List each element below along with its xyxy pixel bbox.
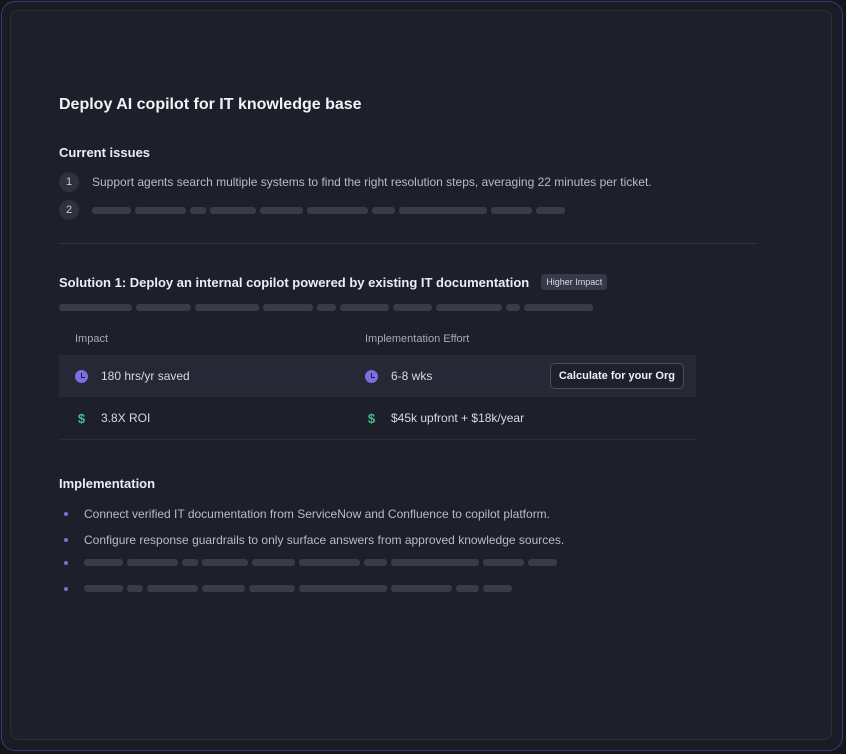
bullet-dot [64,538,68,542]
issue-number: 1 [59,172,79,192]
list-item: Configure response guardrails to only su… [64,533,564,547]
bullet-dot [64,512,68,516]
implementation-heading: Implementation [59,476,156,491]
money-bag-icon: $ [367,410,376,426]
solution-title: Solution 1: Deploy an internal copilot p… [59,274,530,290]
impact-cell: 180 hrs/yr saved [75,355,190,397]
section-divider [59,243,757,244]
list-item [64,559,557,566]
page-title: Deploy AI copilot for IT knowledge base [59,96,362,113]
effort-value: $45k upfront + $18k/year [391,411,525,425]
impact-effort-table: Impact Implementation Effort 180 hrs/yr … [59,325,696,440]
issue-number: 2 [59,200,79,220]
bullet-dot [64,560,68,565]
calculate-for-org-button[interactable]: Calculate for your Org [549,363,684,389]
table-row: 180 hrs/yr saved 6-8 wks Calculate for y… [59,355,696,397]
current-issues-heading: Current issues [59,145,151,160]
impact-cell: $ 3.8X ROI [75,397,150,439]
redacted-text-placeholder [84,559,557,566]
money-bag-icon: $ [77,410,86,426]
redacted-text-placeholder [59,304,593,311]
issue-item: 2 [59,200,565,220]
issue-text: Support agents search multiple systems t… [92,175,652,189]
implementation-step: Configure response guardrails to only su… [84,533,565,547]
table-row: $ 3.8X ROI $ $45k upfront + $18k/year [59,397,696,440]
redacted-text-placeholder [92,206,565,214]
clock-icon [365,369,378,383]
redacted-text-placeholder [84,585,512,592]
higher-impact-badge: Higher Impact [541,274,608,290]
implementation-step: Connect verified IT documentation from S… [84,507,551,521]
list-item: Connect verified IT documentation from S… [64,507,550,521]
impact-value: 3.8X ROI [101,411,151,425]
effort-value: 6-8 wks [391,369,433,383]
impact-value: 180 hrs/yr saved [101,369,190,383]
impact-column-header: Impact [75,333,109,345]
bullet-dot [64,586,68,591]
effort-cell: $ $45k upfront + $18k/year [365,397,524,439]
clock-icon [75,369,88,383]
issue-item: 1 Support agents search multiple systems… [59,172,652,192]
list-item [64,585,512,592]
effort-column-header: Implementation Effort [365,333,470,345]
effort-cell: 6-8 wks [365,355,432,397]
solution-header: Solution 1: Deploy an internal copilot p… [59,274,608,290]
table-header: Impact Implementation Effort [59,325,696,355]
